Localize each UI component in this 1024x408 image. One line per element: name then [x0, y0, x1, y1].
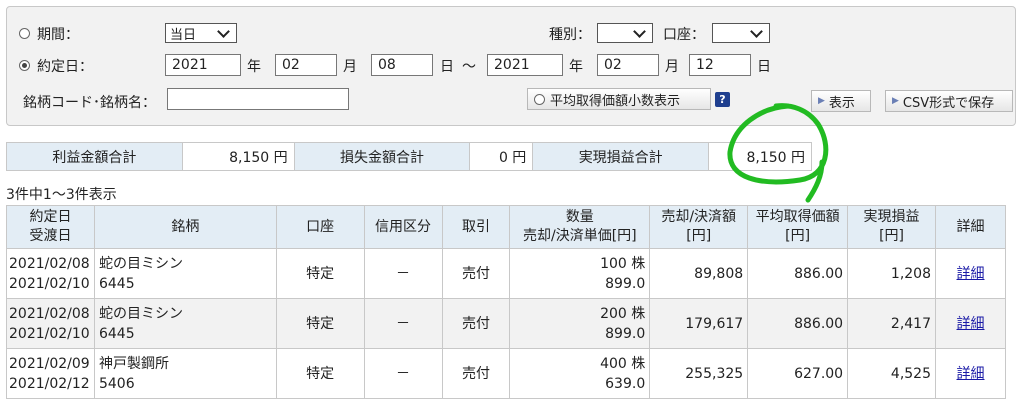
- highlight-stroke: [727, 103, 829, 203]
- green-highlight-annotation: [727, 103, 829, 203]
